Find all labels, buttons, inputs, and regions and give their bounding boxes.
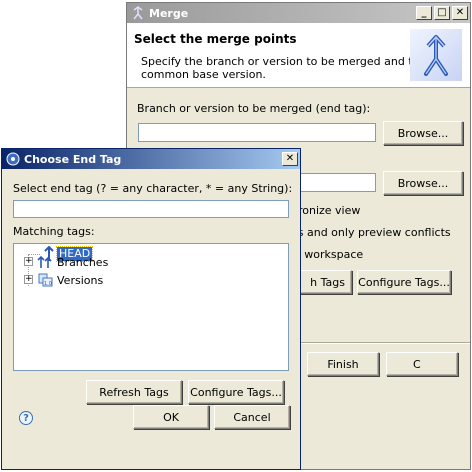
versions-icon: 1.0 bbox=[36, 272, 54, 288]
merge-app-icon bbox=[131, 6, 145, 20]
configure-tags-button[interactable]: Configure Tags... bbox=[188, 380, 284, 404]
merge-titlebar[interactable]: Merge _ □ ✕ bbox=[127, 3, 470, 23]
filter-label: Select end tag (? = any character, * = a… bbox=[13, 182, 293, 195]
choose-end-tag-dialog: Choose End Tag ✕ Select end tag (? = any… bbox=[1, 148, 301, 470]
choose-title: Choose End Tag bbox=[24, 152, 122, 166]
tree-item-label: Versions bbox=[57, 273, 104, 287]
filter-input[interactable] bbox=[13, 200, 289, 218]
svg-text:1.0: 1.0 bbox=[44, 281, 52, 287]
maximize-button[interactable]: □ bbox=[434, 6, 450, 20]
merge-wizard-icon bbox=[409, 28, 463, 82]
merge-configure-tags-button[interactable]: Configure Tags... bbox=[357, 270, 451, 294]
help-icon[interactable]: ? bbox=[19, 411, 33, 425]
wizard-header: Select the merge points Specify the bran… bbox=[127, 23, 470, 88]
matching-tags-label: Matching tags: bbox=[13, 225, 95, 238]
option-preview-conflicts[interactable]: es and only preview conflicts bbox=[291, 226, 451, 239]
ok-button[interactable]: OK bbox=[133, 405, 209, 429]
browse-base-tag-button[interactable]: Browse... bbox=[383, 171, 463, 195]
dialog-app-icon bbox=[6, 152, 20, 166]
dialog-close-button[interactable]: ✕ bbox=[282, 152, 298, 166]
expand-branches-toggle[interactable]: + bbox=[24, 257, 33, 266]
tree-item-branches[interactable]: Branches bbox=[36, 254, 108, 270]
refresh-tags-button[interactable]: Refresh Tags bbox=[86, 380, 182, 404]
browse-end-tag-button[interactable]: Browse... bbox=[383, 121, 463, 145]
finish-button[interactable]: Finish bbox=[307, 352, 379, 376]
branches-icon bbox=[36, 254, 54, 270]
wizard-header-desc-2: common base version. bbox=[141, 68, 266, 81]
option-synchronize-view[interactable]: hronize view bbox=[291, 204, 360, 217]
merge-title: Merge bbox=[149, 6, 189, 20]
option-local-workspace[interactable]: al workspace bbox=[291, 248, 363, 261]
wizard-header-title: Select the merge points bbox=[134, 32, 297, 46]
choose-titlebar[interactable]: Choose End Tag ✕ bbox=[2, 149, 300, 169]
minimize-button[interactable]: _ bbox=[416, 6, 432, 20]
end-tag-input[interactable] bbox=[138, 123, 376, 142]
merge-cancel-button[interactable]: C bbox=[386, 352, 458, 376]
expand-versions-toggle[interactable]: + bbox=[24, 275, 33, 284]
end-tag-label: Branch or version to be merged (end tag)… bbox=[137, 102, 371, 115]
close-button[interactable]: ✕ bbox=[452, 6, 468, 20]
tree-item-versions[interactable]: 1.0 Versions bbox=[36, 272, 103, 288]
matching-tags-tree[interactable]: HEAD + Branches + 1.0 Versions bbox=[13, 243, 289, 371]
cancel-button[interactable]: Cancel bbox=[214, 405, 290, 429]
wizard-header-desc-1: Specify the branch or version to be merg… bbox=[141, 55, 427, 68]
tree-item-label: Branches bbox=[57, 255, 109, 269]
